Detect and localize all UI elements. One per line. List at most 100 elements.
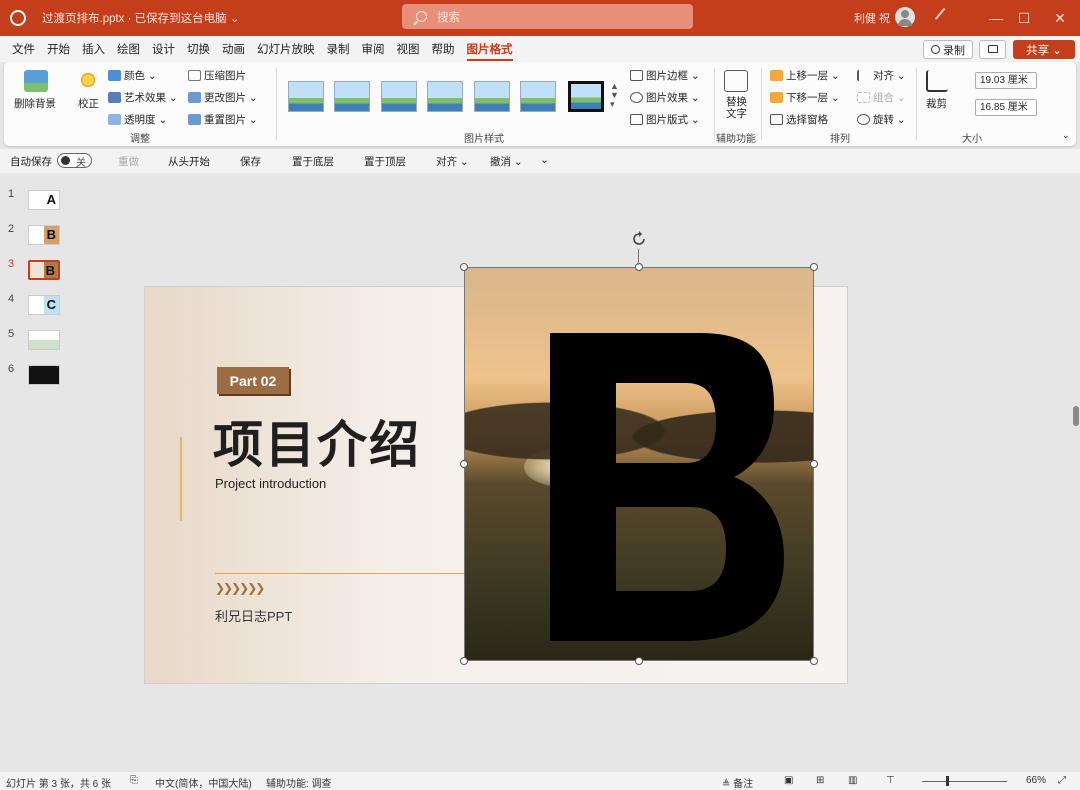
- picture-style-1[interactable]: [288, 81, 324, 112]
- slide-thumbnail-6[interactable]: [28, 365, 60, 385]
- corrections-button[interactable]: 校正: [78, 96, 99, 111]
- resize-handle-s[interactable]: [635, 657, 643, 665]
- width-field[interactable]: 16.85 厘米: [975, 99, 1037, 116]
- share-button[interactable]: 共享 ⌄: [1013, 40, 1075, 59]
- artistic-effects-button[interactable]: 艺术效果 ⌄: [108, 90, 178, 105]
- slide-thumbnail-1[interactable]: A: [28, 190, 60, 210]
- picture-style-6[interactable]: [520, 81, 556, 112]
- record-button[interactable]: 录制: [923, 40, 973, 59]
- tab-animations[interactable]: 动画: [222, 37, 245, 61]
- resize-handle-n[interactable]: [635, 263, 643, 271]
- resize-handle-w[interactable]: [460, 460, 468, 468]
- tab-slideshow[interactable]: 幻灯片放映: [257, 37, 315, 61]
- resize-handle-ne[interactable]: [810, 263, 818, 271]
- slide-subtitle[interactable]: Project introduction: [215, 476, 326, 491]
- height-field[interactable]: 19.03 厘米: [975, 72, 1037, 89]
- zoom-slider-knob[interactable]: [946, 776, 949, 786]
- slide-sorter-icon[interactable]: ⊞: [816, 775, 824, 786]
- styles-gallery-scroll[interactable]: ▲ ▼ ▾: [610, 82, 619, 109]
- resize-handle-nw[interactable]: [460, 263, 468, 271]
- reset-picture-button[interactable]: 重置图片 ⌄: [188, 112, 258, 127]
- tab-review[interactable]: 审阅: [362, 37, 385, 61]
- rotate-handle-icon[interactable]: [630, 230, 648, 248]
- close-button[interactable]: ✕: [1040, 0, 1080, 36]
- picture-effects-button[interactable]: 图片效果 ⌄: [630, 90, 700, 105]
- slide-title[interactable]: 项目介绍: [213, 405, 421, 477]
- bring-forward-button[interactable]: 上移一层 ⌄: [770, 68, 840, 83]
- selection-pane-button[interactable]: 选择窗格: [770, 112, 828, 127]
- resize-handle-sw[interactable]: [460, 657, 468, 665]
- vertical-scrollbar[interactable]: [1070, 176, 1080, 772]
- autosave-toggle[interactable]: 关: [57, 153, 92, 169]
- picture-layout-button[interactable]: 图片版式 ⌄: [630, 112, 700, 127]
- slide-thumbnail-3[interactable]: B: [28, 260, 60, 280]
- normal-view-icon[interactable]: ▣: [784, 775, 793, 786]
- picture-border-button[interactable]: 图片边框 ⌄: [630, 68, 700, 83]
- slide-thumbnail-2[interactable]: B: [28, 225, 60, 245]
- picture-layout-icon: [630, 114, 643, 125]
- picture-style-7[interactable]: [568, 81, 604, 112]
- bring-to-front-button[interactable]: 置于顶层: [364, 154, 406, 169]
- crop-button[interactable]: 裁剪: [926, 96, 947, 111]
- tab-help[interactable]: 帮助: [432, 37, 455, 61]
- tab-picture-format[interactable]: 图片格式: [466, 37, 513, 61]
- part-tag[interactable]: Part 02: [217, 367, 289, 394]
- tab-record[interactable]: 录制: [327, 37, 350, 61]
- group-button[interactable]: 组合 ⌄: [857, 90, 906, 105]
- customize-qat-button[interactable]: ⌄: [540, 154, 549, 166]
- corrections-icon[interactable]: [78, 70, 98, 90]
- accessibility-status[interactable]: 辅助功能: 调查: [266, 775, 332, 790]
- picture-style-3[interactable]: [381, 81, 417, 112]
- tab-home[interactable]: 开始: [47, 37, 70, 61]
- undo-button[interactable]: 撤消 ⌄: [490, 154, 523, 169]
- user-avatar[interactable]: [895, 7, 915, 27]
- user-name[interactable]: 利健 祝: [854, 10, 890, 26]
- picture-style-5[interactable]: [474, 81, 510, 112]
- zoom-slider[interactable]: [922, 781, 1007, 782]
- color-button[interactable]: 颜色 ⌄: [108, 68, 157, 83]
- tab-file[interactable]: 文件: [12, 37, 35, 61]
- tab-view[interactable]: 视图: [397, 37, 420, 61]
- resize-handle-se[interactable]: [810, 657, 818, 665]
- selected-picture[interactable]: [464, 267, 814, 661]
- picture-style-4[interactable]: [427, 81, 463, 112]
- tab-design[interactable]: 设计: [152, 37, 175, 61]
- remove-background-button[interactable]: 删除背景: [14, 96, 56, 111]
- collapse-ribbon-icon[interactable]: ⌄: [1062, 130, 1070, 141]
- crop-icon[interactable]: [926, 70, 948, 92]
- tab-draw[interactable]: 绘图: [117, 37, 140, 61]
- notes-button[interactable]: ≜ 备注: [722, 775, 753, 790]
- slide-footer-text[interactable]: 利兄日志PPT: [215, 606, 292, 625]
- document-title[interactable]: 过渡页排布.pptx · 已保存到这台电脑 ⌄: [42, 10, 239, 26]
- maximize-button[interactable]: ☐: [1004, 0, 1044, 36]
- slideshow-icon[interactable]: ⊤: [886, 775, 895, 786]
- search-box[interactable]: 搜索: [402, 4, 693, 29]
- reading-view-icon[interactable]: ▥: [848, 775, 857, 786]
- send-to-back-button[interactable]: 置于底层: [292, 154, 334, 169]
- save-button[interactable]: 保存: [240, 154, 261, 169]
- qat-align-button[interactable]: 对齐 ⌄: [436, 154, 469, 169]
- align-button[interactable]: 对齐 ⌄: [857, 68, 906, 83]
- scrollbar-thumb[interactable]: [1073, 406, 1079, 426]
- slide-thumbnail-5[interactable]: [28, 330, 60, 350]
- alt-text-icon[interactable]: [724, 70, 748, 92]
- language-indicator[interactable]: 中文(简体，中国大陆): [155, 775, 252, 790]
- comments-button[interactable]: [979, 40, 1006, 59]
- tab-transitions[interactable]: 切换: [187, 37, 210, 61]
- picture-style-2[interactable]: [334, 81, 370, 112]
- tab-insert[interactable]: 插入: [82, 37, 105, 61]
- zoom-level[interactable]: 66%: [1026, 775, 1046, 786]
- fit-to-window-icon[interactable]: ⤢: [1058, 775, 1066, 786]
- spellcheck-icon[interactable]: ⎘: [130, 775, 138, 786]
- remove-background-icon[interactable]: [24, 70, 48, 92]
- rotate-button[interactable]: 旋转 ⌄: [857, 112, 906, 127]
- send-backward-button[interactable]: 下移一层 ⌄: [770, 90, 840, 105]
- transparency-button[interactable]: 透明度 ⌄: [108, 112, 167, 127]
- redo-button[interactable]: 重做: [118, 154, 139, 169]
- resize-handle-e[interactable]: [810, 460, 818, 468]
- alt-text-button[interactable]: 替换 文字: [726, 96, 747, 120]
- compress-pictures-button[interactable]: 压缩图片: [188, 68, 246, 83]
- from-start-button[interactable]: 从头开始: [168, 154, 210, 169]
- change-picture-button[interactable]: 更改图片 ⌄: [188, 90, 258, 105]
- slide-thumbnail-4[interactable]: C: [28, 295, 60, 315]
